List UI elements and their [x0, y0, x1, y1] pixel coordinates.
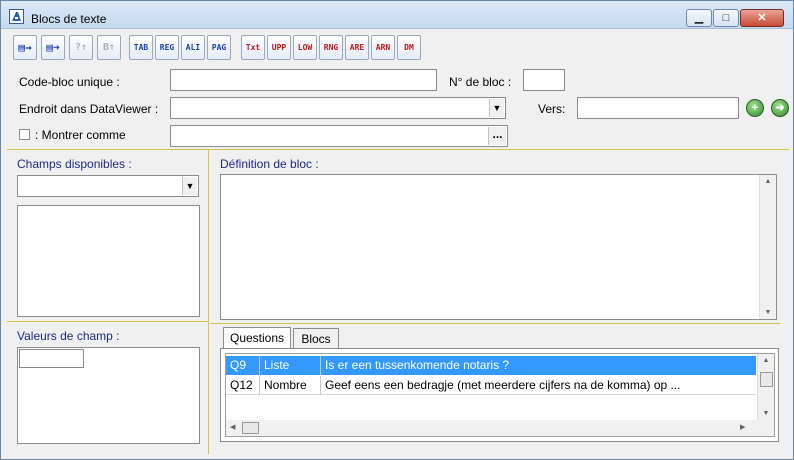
- horizontal-splitter[interactable]: [7, 149, 789, 150]
- champs-list[interactable]: [17, 205, 200, 317]
- endroit-select[interactable]: ▼: [170, 97, 506, 119]
- tab-button[interactable]: TAB: [129, 35, 153, 60]
- code-bloc-input[interactable]: [170, 69, 437, 91]
- upp-button[interactable]: UPP: [267, 35, 291, 60]
- move-up-button[interactable]: ?↑: [69, 35, 93, 60]
- table-row[interactable]: Q9 Liste Is er een tussenkomende notaris…: [226, 356, 756, 375]
- valeurs-label: Valeurs de champ :: [17, 329, 120, 343]
- tab-blocs[interactable]: Blocs: [293, 328, 339, 348]
- grid-horizontal-scrollbar[interactable]: ◀ ▶: [226, 420, 774, 436]
- row-text: Is er een tussenkomende notaris ?: [325, 358, 510, 372]
- row-code: Q9: [226, 356, 260, 375]
- app-icon: [9, 9, 24, 24]
- montrer-input[interactable]: ...: [170, 125, 508, 147]
- scroll-right-icon[interactable]: ▶: [740, 423, 745, 431]
- valeurs-list[interactable]: [17, 347, 200, 444]
- vers-input[interactable]: [577, 97, 739, 119]
- window: Blocs de texte ▁ □ ✕ ▤→ ▤➜ ?↑ B↑ TAB REG…: [0, 0, 794, 460]
- row-type: Nombre: [260, 376, 321, 395]
- add-icon[interactable]: +: [746, 99, 764, 117]
- champs-label: Champs disponibles :: [17, 157, 132, 171]
- definition-label: Définition de bloc :: [220, 157, 319, 171]
- row-text: Geef eens een bedragje (met meerdere cij…: [325, 378, 681, 392]
- txt-button[interactable]: Txt: [241, 35, 265, 60]
- right-splitter[interactable]: [210, 323, 780, 324]
- title-bar[interactable]: Blocs de texte ▁ □ ✕: [1, 1, 793, 29]
- num-bloc-input[interactable]: [523, 69, 565, 91]
- tab-panel: Q9 Liste Is er een tussenkomende notaris…: [220, 348, 779, 442]
- table-row[interactable]: Q12 Nombre Geef eens een bedragje (met m…: [226, 376, 756, 395]
- scroll-up-icon[interactable]: ▲: [758, 357, 774, 364]
- chevron-down-icon[interactable]: ▼: [489, 99, 504, 117]
- add-field-button[interactable]: ▤➜: [41, 35, 65, 60]
- ellipsis-button[interactable]: ...: [488, 127, 506, 145]
- move-block-button[interactable]: B↑: [97, 35, 121, 60]
- grid-vertical-scrollbar[interactable]: ▲ ▼: [757, 354, 774, 420]
- scroll-down-icon[interactable]: ▼: [760, 309, 776, 316]
- definition-scrollbar[interactable]: ▲ ▼: [759, 175, 776, 319]
- rng-button[interactable]: RNG: [319, 35, 343, 60]
- vertical-splitter[interactable]: [208, 149, 209, 454]
- close-button[interactable]: ✕: [740, 9, 784, 27]
- num-bloc-label: N° de bloc :: [449, 75, 512, 89]
- go-icon[interactable]: ➜: [771, 99, 789, 117]
- ali-button[interactable]: ALI: [181, 35, 205, 60]
- scroll-up-icon[interactable]: ▲: [760, 178, 776, 185]
- low-button[interactable]: LOW: [293, 35, 317, 60]
- montrer-label: : Montrer comme: [35, 128, 126, 142]
- scroll-thumb[interactable]: [760, 372, 773, 387]
- questions-grid[interactable]: Q9 Liste Is er een tussenkomende notaris…: [225, 353, 775, 437]
- vers-label: Vers:: [538, 102, 566, 116]
- scroll-down-icon[interactable]: ▼: [758, 410, 774, 417]
- are-button[interactable]: ARE: [345, 35, 369, 60]
- tab-questions[interactable]: Questions: [223, 327, 291, 349]
- insert-field-button[interactable]: ▤→: [13, 35, 37, 60]
- window-title: Blocs de texte: [31, 12, 107, 26]
- maximize-button[interactable]: □: [713, 9, 739, 27]
- pag-button[interactable]: PAG: [207, 35, 231, 60]
- valeurs-edit-cell[interactable]: [19, 349, 84, 368]
- left-splitter[interactable]: [7, 321, 208, 322]
- definition-textarea[interactable]: ▲ ▼: [220, 174, 777, 320]
- minimize-button[interactable]: ▁: [686, 9, 712, 27]
- reg-button[interactable]: REG: [155, 35, 179, 60]
- endroit-label: Endroit dans DataViewer :: [19, 102, 159, 116]
- scroll-left-icon[interactable]: ◀: [230, 423, 235, 431]
- champs-select[interactable]: ▼: [17, 175, 199, 197]
- code-bloc-label: Code-bloc unique :: [19, 75, 120, 89]
- montrer-checkbox[interactable]: [19, 129, 30, 140]
- toolbar: ▤→ ▤➜ ?↑ B↑ TAB REG ALI PAG Txt UPP LOW …: [13, 33, 443, 63]
- dm-button[interactable]: DM: [397, 35, 421, 60]
- arn-button[interactable]: ARN: [371, 35, 395, 60]
- row-code: Q12: [226, 376, 260, 395]
- row-type: Liste: [260, 356, 321, 375]
- chevron-down-icon[interactable]: ▼: [182, 177, 197, 195]
- scroll-thumb[interactable]: [242, 422, 259, 434]
